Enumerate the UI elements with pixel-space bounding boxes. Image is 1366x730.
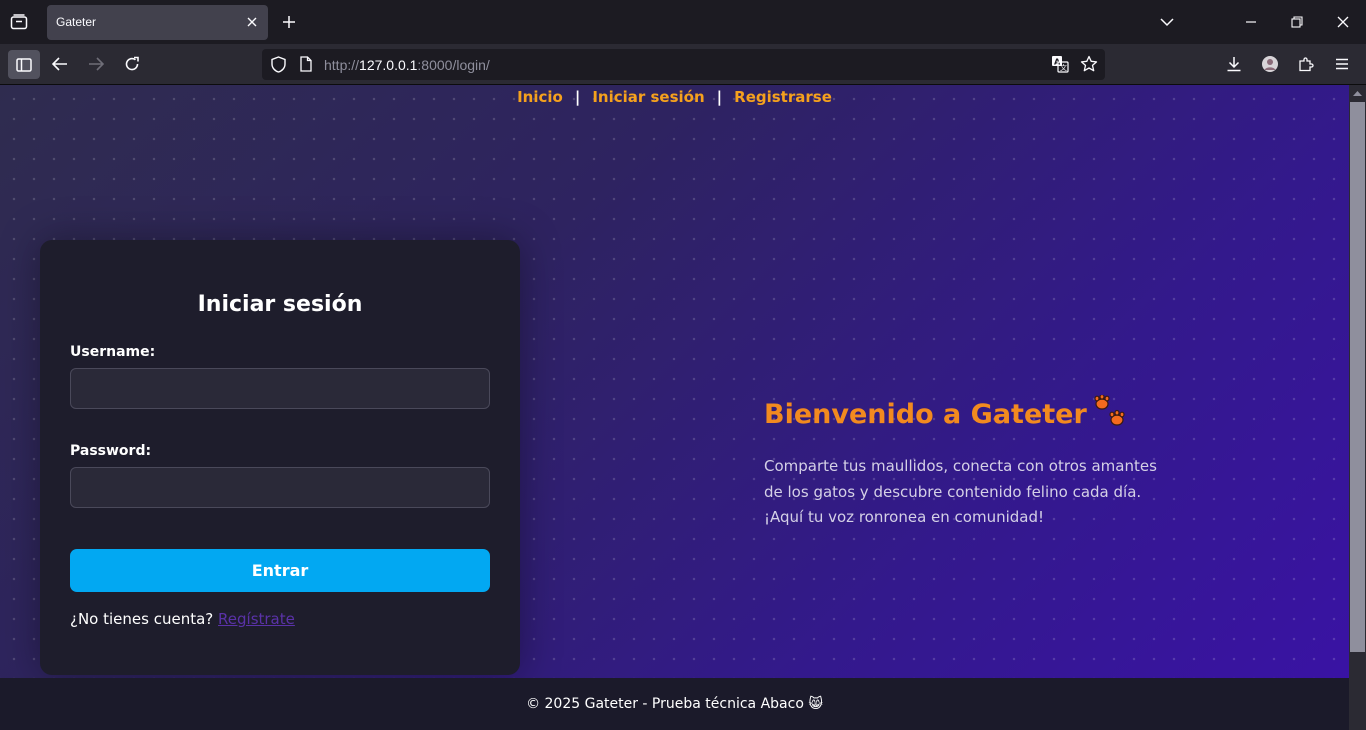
minimize-icon[interactable] [1241, 12, 1261, 32]
top-navigation: Inicio | Iniciar sesión | Registrarse [0, 88, 1349, 106]
account-icon[interactable] [1258, 52, 1282, 76]
tab-title: Gateter [56, 15, 97, 29]
password-label: Password: [70, 443, 152, 459]
menu-icon[interactable] [1330, 52, 1354, 76]
url-bar[interactable]: http://127.0.0.1:8000/login/ A文 [262, 49, 1105, 80]
submit-button[interactable]: Entrar [70, 549, 490, 592]
back-arrow-icon[interactable] [48, 52, 72, 76]
url-host: 127.0.0.1 [359, 57, 418, 73]
nav-link-inicio[interactable]: Inicio [517, 88, 563, 106]
page-footer: © 2025 Gateter - Prueba técnica Abaco 😸 [0, 678, 1349, 730]
welcome-heading: Bienvenido a Gateter [764, 393, 1184, 436]
welcome-description: Comparte tus maullidos, conecta con otro… [764, 457, 1157, 526]
plus-icon[interactable] [279, 12, 299, 32]
nav-separator: | [574, 88, 581, 106]
close-icon[interactable] [244, 14, 260, 30]
translate-icon[interactable]: A文 [1051, 55, 1069, 77]
download-icon[interactable] [1222, 52, 1246, 76]
scroll-up-icon[interactable] [1352, 88, 1363, 99]
login-card: Iniciar sesión Username: Password: Entra… [40, 240, 520, 675]
star-icon[interactable] [1080, 55, 1098, 77]
register-prompt: ¿No tienes cuenta? Regístrate [70, 610, 295, 628]
url-text[interactable]: http://127.0.0.1:8000/login/ [324, 57, 490, 73]
username-label: Username: [70, 344, 156, 360]
username-input[interactable] [70, 368, 490, 409]
reload-icon[interactable] [120, 52, 144, 76]
restore-icon[interactable] [1287, 12, 1307, 32]
extensions-icon[interactable] [1294, 52, 1318, 76]
register-link[interactable]: Regístrate [218, 610, 295, 628]
sidebar-icon[interactable] [8, 50, 40, 79]
browser-tab[interactable]: Gateter [47, 5, 268, 40]
welcome-title: Bienvenido a Gateter [764, 399, 1087, 430]
page-icon[interactable] [300, 56, 312, 76]
close-window-icon[interactable] [1333, 12, 1353, 32]
tab-list-icon[interactable] [8, 11, 30, 33]
scrollbar-thumb[interactable] [1350, 102, 1365, 652]
paw-icon [1093, 393, 1129, 436]
no-account-text: ¿No tienes cuenta? [70, 610, 214, 628]
url-scheme: http:// [324, 57, 360, 73]
password-input[interactable] [70, 467, 490, 508]
chevron-down-icon[interactable] [1157, 12, 1177, 32]
nav-link-registrarse[interactable]: Registrarse [734, 88, 832, 106]
nav-link-iniciar-sesion[interactable]: Iniciar sesión [592, 88, 704, 106]
svg-text:文: 文 [1060, 63, 1067, 72]
welcome-section: Bienvenido a Gateter Comparte tus maulli… [764, 393, 1184, 531]
page-viewport: Inicio | Iniciar sesión | Registrarse Inicia… [0, 85, 1349, 730]
login-title: Iniciar sesión [197, 292, 363, 317]
vertical-scrollbar[interactable] [1349, 85, 1366, 730]
tab-bar: Gateter [0, 0, 1366, 44]
navigation-toolbar: http://127.0.0.1:8000/login/ A文 [0, 44, 1366, 85]
nav-separator: | [716, 88, 723, 106]
url-path: :8000/login/ [417, 57, 490, 73]
shield-icon[interactable] [271, 56, 286, 77]
forward-arrow-icon[interactable] [84, 52, 108, 76]
